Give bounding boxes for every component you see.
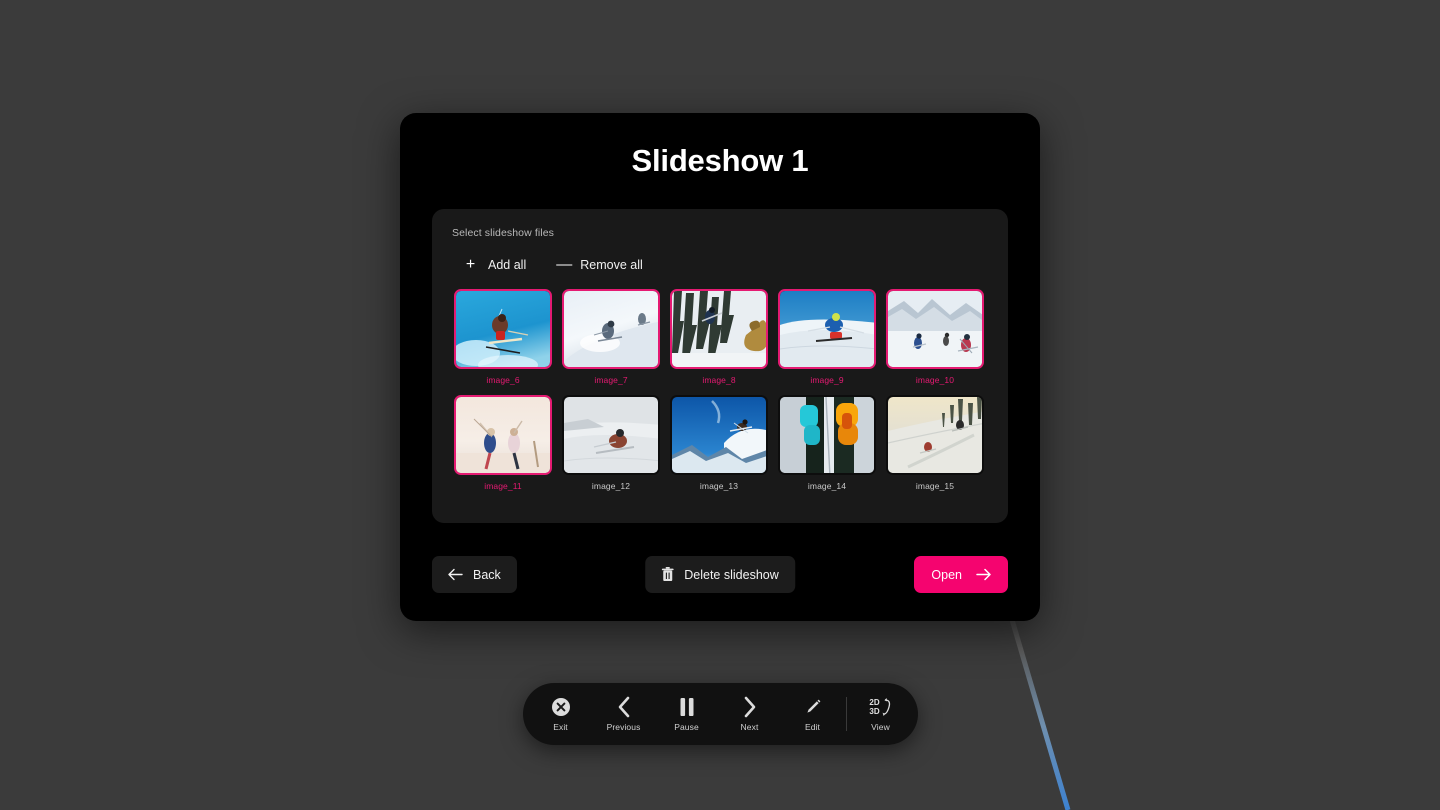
view-label: View	[871, 722, 890, 732]
back-button[interactable]: Back	[432, 556, 517, 593]
thumbnail-item[interactable]: image_11	[454, 395, 552, 491]
delete-slideshow-label: Delete slideshow	[684, 567, 779, 582]
pause-icon	[678, 696, 696, 718]
dialog-footer: Back Delete slideshow Open	[432, 556, 1008, 593]
thumbnail-frame	[778, 395, 876, 475]
thumbnail-item[interactable]: image_7	[562, 289, 660, 385]
thumbnail-image	[672, 397, 766, 473]
thumbnail-item[interactable]: image_8	[670, 289, 768, 385]
page-title: Slideshow 1	[631, 143, 809, 178]
panel-label: Select slideshow files	[452, 227, 554, 239]
thumbnail-image	[888, 397, 982, 473]
thumbnail-image	[564, 397, 658, 473]
thumbnail-item[interactable]: image_14	[778, 395, 876, 491]
thumbnail-frame	[778, 289, 876, 369]
open-button[interactable]: Open	[914, 556, 1008, 593]
arrow-right-icon	[976, 568, 991, 581]
pause-button[interactable]: Pause	[655, 683, 718, 745]
next-button[interactable]: Next	[718, 683, 781, 745]
pencil-icon	[803, 696, 823, 718]
thumbnail-grid: image_6 image_7 image_8 image_9 image_10…	[452, 289, 988, 491]
thumbnail-item[interactable]: image_6	[454, 289, 552, 385]
thumbnail-label: image_13	[699, 481, 739, 491]
thumbnail-frame	[670, 395, 768, 475]
thumbnail-frame	[562, 395, 660, 475]
thumbnail-frame	[562, 289, 660, 369]
edit-label: Edit	[804, 722, 821, 732]
thumbnail-label: image_7	[594, 375, 628, 385]
trash-icon	[661, 567, 674, 581]
thumbnail-item[interactable]: image_13	[670, 395, 768, 491]
thumbnail-image	[456, 397, 550, 473]
view-toggle-button[interactable]: 2D 3D View	[849, 683, 912, 745]
previous-label: Previous	[606, 722, 641, 732]
remove-all-button[interactable]: — Remove all	[554, 253, 645, 277]
thumbnail-frame	[454, 289, 552, 369]
thumbnail-item[interactable]: image_10	[886, 289, 984, 385]
add-all-label: Add all	[488, 258, 527, 272]
minus-icon: —	[556, 256, 573, 273]
edit-button[interactable]: Edit	[781, 683, 844, 745]
pause-label: Pause	[674, 722, 699, 732]
thumbnail-image	[672, 291, 766, 367]
thumbnail-item[interactable]: image_12	[562, 395, 660, 491]
thumbnail-frame	[670, 289, 768, 369]
open-label: Open	[931, 567, 962, 582]
back-label: Back	[473, 567, 501, 582]
2d-3d-toggle-icon: 2D 3D	[869, 696, 891, 718]
thumbnail-image	[780, 291, 874, 367]
slideshow-dialog: Slideshow 1 Select slideshow files + Add…	[400, 113, 1040, 621]
thumbnail-label: image_12	[591, 481, 631, 491]
delete-slideshow-button[interactable]: Delete slideshow	[645, 556, 795, 593]
thumbnail-label: image_8	[702, 375, 736, 385]
chevron-right-icon	[741, 696, 759, 718]
arrow-left-icon	[448, 568, 463, 581]
thumbnail-label: image_11	[484, 481, 522, 491]
exit-button[interactable]: Exit	[529, 683, 592, 745]
thumbnail-label: image_6	[486, 375, 520, 385]
thumbnail-frame	[454, 395, 552, 475]
exit-label: Exit	[553, 722, 568, 732]
thumbnail-image	[780, 397, 874, 473]
thumbnail-frame	[886, 289, 984, 369]
bulk-actions: + Add all — Remove all	[452, 253, 988, 277]
toolbar-divider	[846, 697, 847, 731]
slideshow-controls-toolbar: Exit Previous Pause Next Edit 2D 3D View	[523, 683, 918, 745]
next-label: Next	[740, 722, 759, 732]
plus-icon: +	[465, 256, 476, 273]
thumbnail-image	[564, 291, 658, 367]
previous-button[interactable]: Previous	[592, 683, 655, 745]
thumbnail-label: image_9	[810, 375, 844, 385]
close-circle-icon	[551, 696, 571, 718]
view-2d-text: 2D	[869, 698, 880, 707]
thumbnail-label: image_15	[915, 481, 955, 491]
thumbnail-label: image_10	[915, 375, 955, 385]
view-3d-text: 3D	[869, 707, 880, 716]
thumbnail-label: image_14	[807, 481, 847, 491]
thumbnail-image	[456, 291, 550, 367]
add-all-button[interactable]: + Add all	[462, 253, 528, 277]
thumbnail-frame	[886, 395, 984, 475]
remove-all-label: Remove all	[580, 258, 643, 272]
thumbnail-item[interactable]: image_15	[886, 395, 984, 491]
file-selection-panel: Select slideshow files + Add all — Remov…	[432, 209, 1008, 523]
thumbnail-item[interactable]: image_9	[778, 289, 876, 385]
thumbnail-image	[888, 291, 982, 367]
chevron-left-icon	[615, 696, 633, 718]
